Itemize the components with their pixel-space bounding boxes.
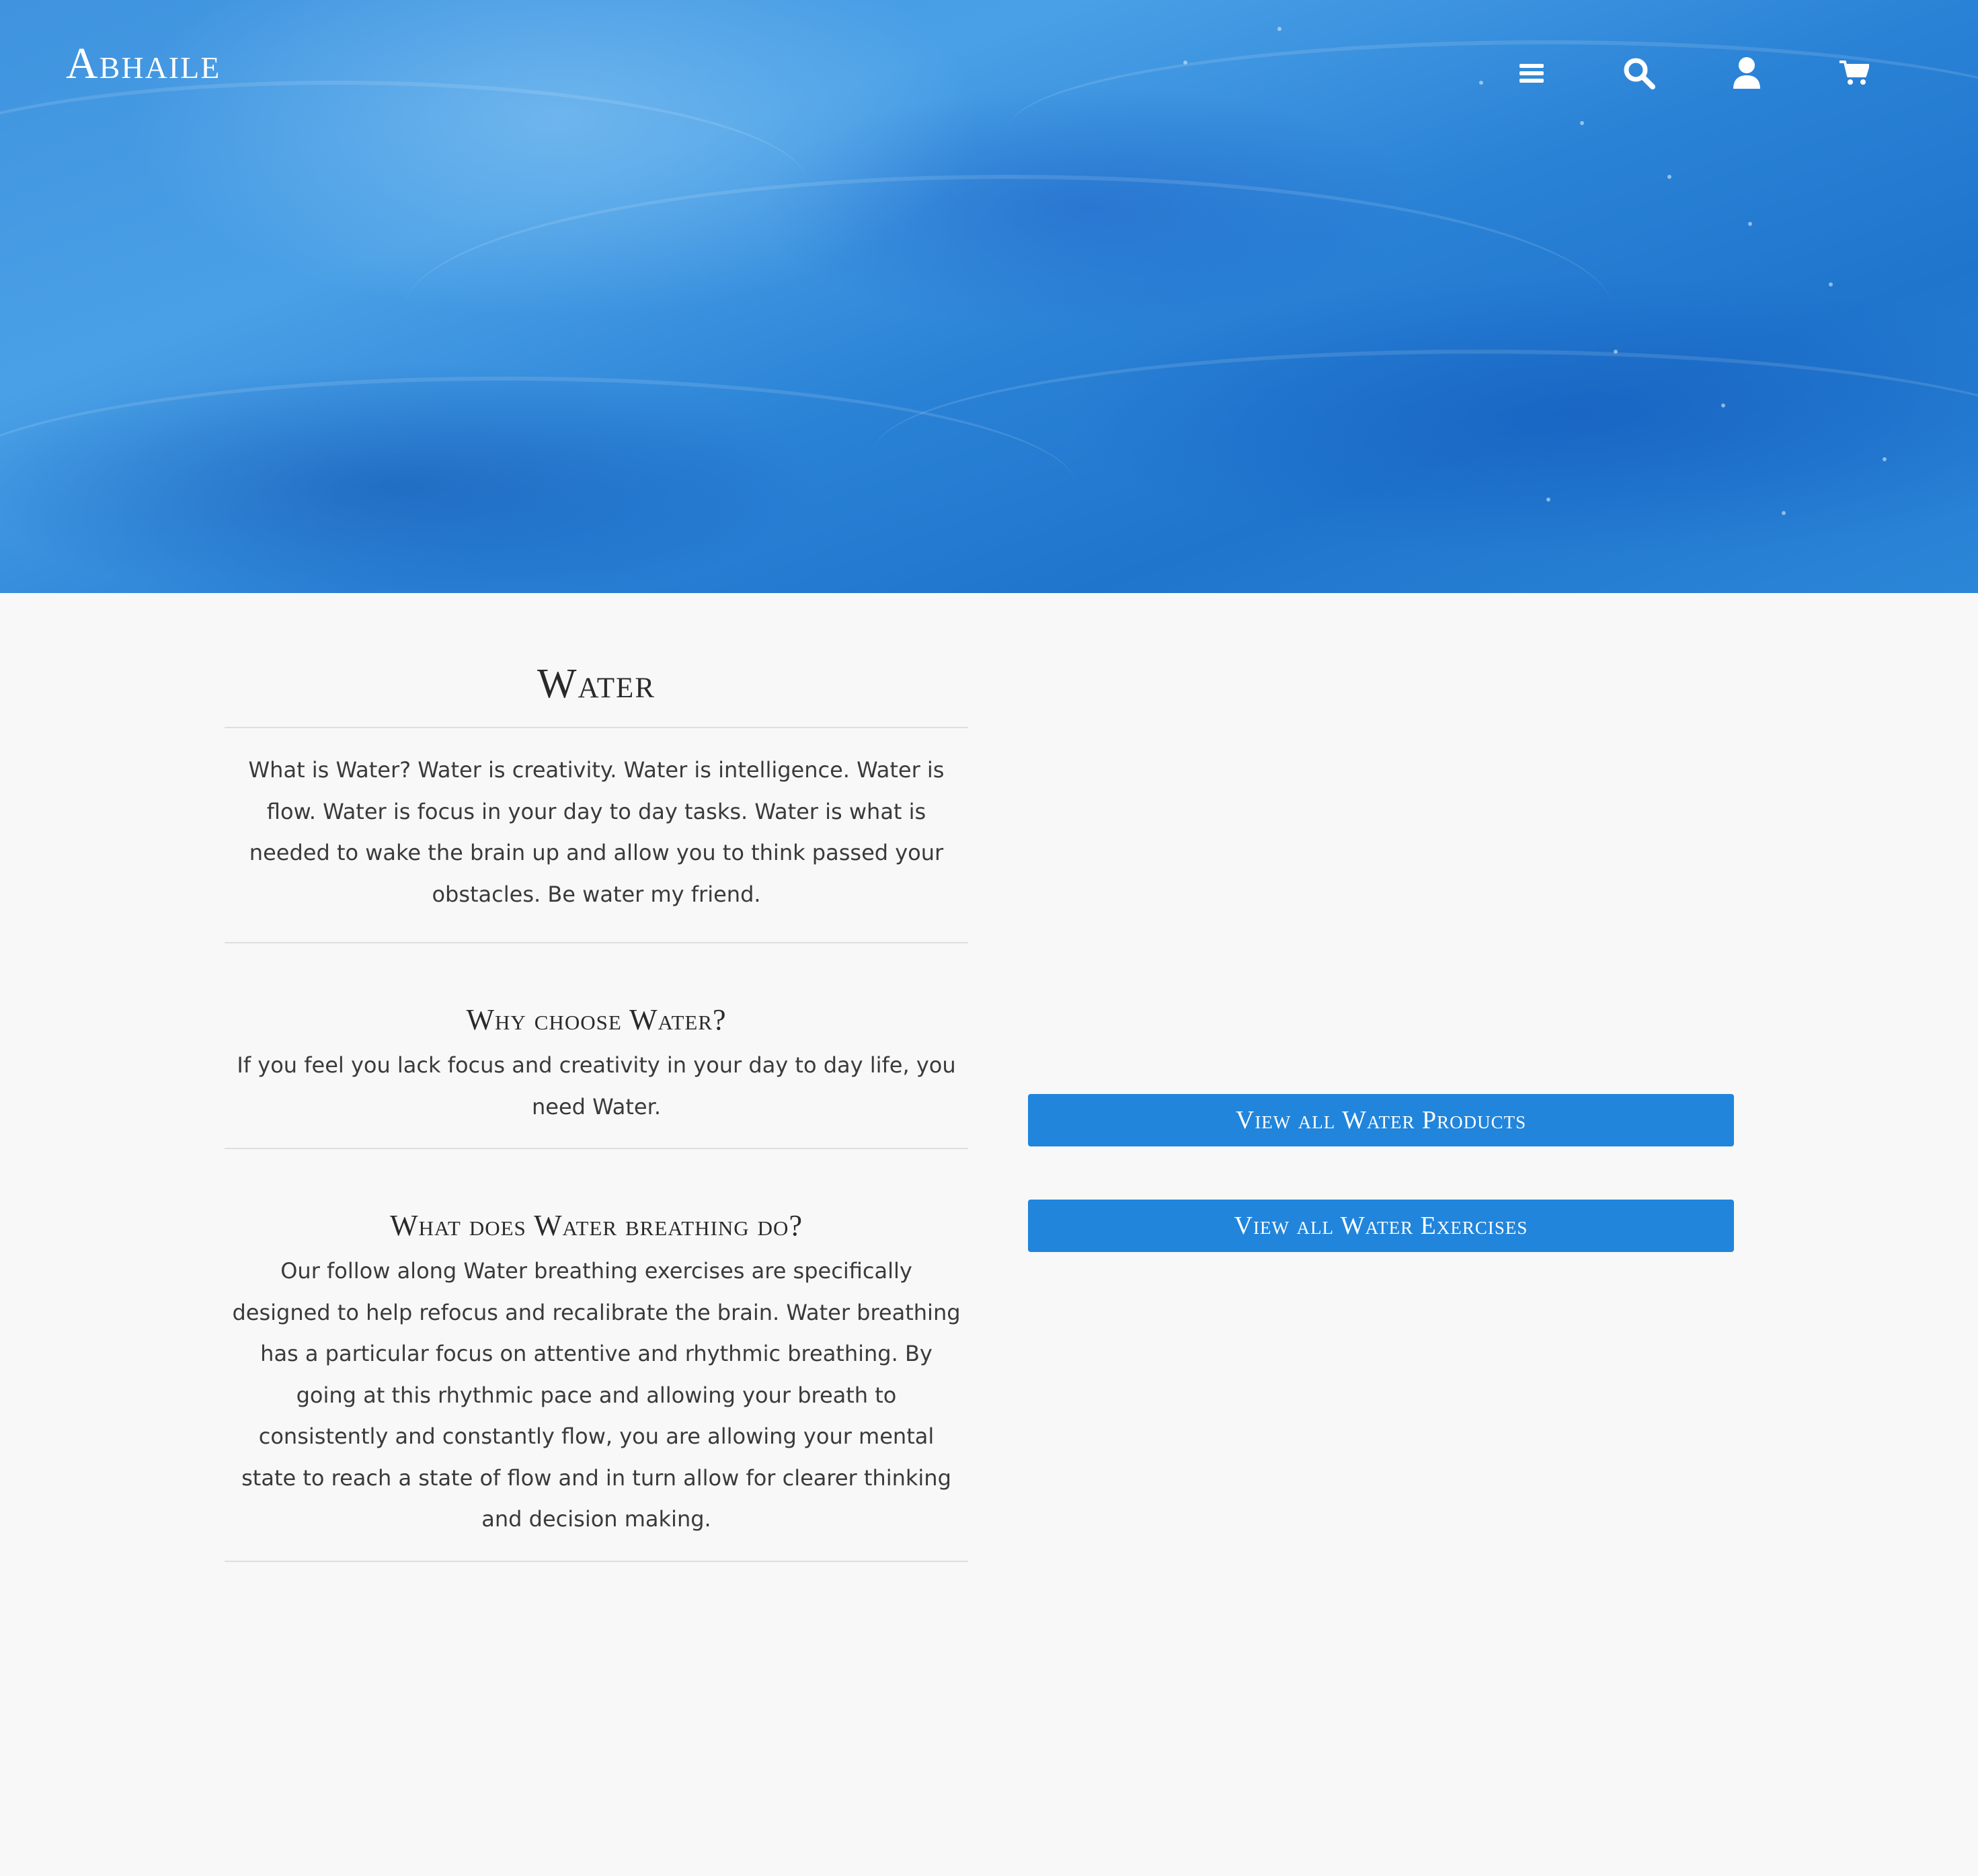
divider <box>225 1560 968 1562</box>
account-icon[interactable] <box>1693 50 1801 97</box>
page-title: Water <box>537 661 656 707</box>
section-text: Our follow along Water breathing exercis… <box>232 1258 961 1532</box>
intro-text: What is Water? Water is creativity. Wate… <box>248 757 945 907</box>
view-products-button[interactable]: View all Water Products <box>1028 1094 1734 1146</box>
water-info-column: Water What is Water? Water is creativity… <box>225 647 968 1562</box>
menu-icon[interactable] <box>1478 50 1585 97</box>
section-text: If you feel you lack focus and creativit… <box>237 1052 956 1120</box>
hero-banner: Abhaile <box>0 0 1978 593</box>
why-choose-section: Why choose Water? If you feel you lack f… <box>225 943 968 1148</box>
header-nav <box>1478 50 1908 97</box>
section-heading: Why choose Water? <box>466 1003 727 1036</box>
section-heading: What does Water breathing do? <box>390 1209 803 1242</box>
view-exercises-button[interactable]: View all Water Exercises <box>1028 1200 1734 1252</box>
what-does-section: What does Water breathing do? Our follow… <box>225 1149 968 1561</box>
site-logo[interactable]: Abhaile <box>66 42 221 86</box>
cart-icon[interactable] <box>1801 50 1908 97</box>
search-icon[interactable] <box>1585 50 1693 97</box>
